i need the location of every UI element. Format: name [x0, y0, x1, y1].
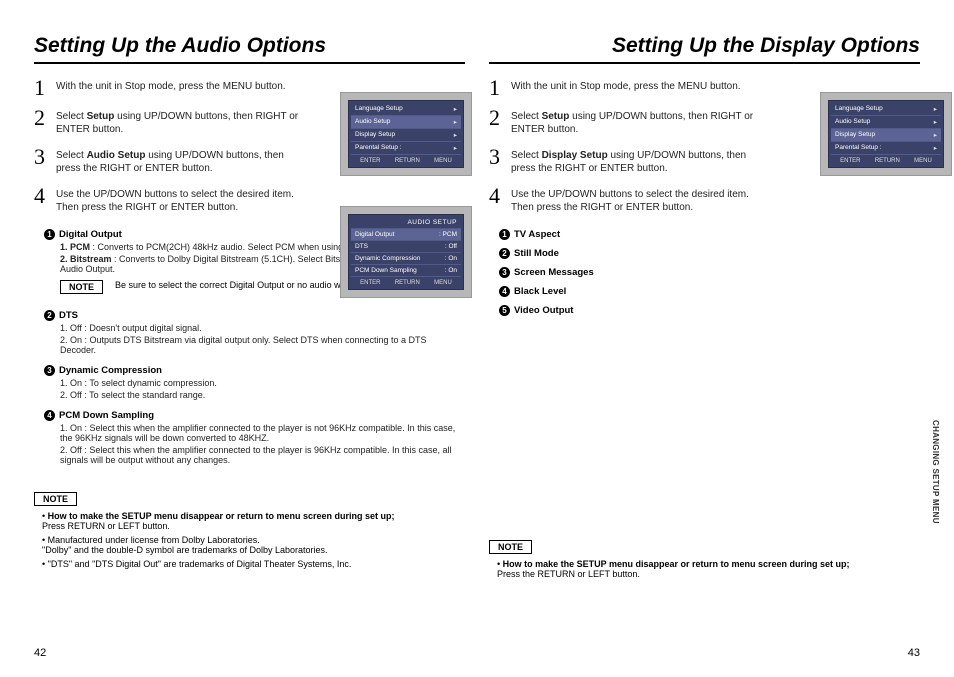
step-text-4: Use the UP/DOWN buttons to select the de… [56, 186, 306, 215]
note-label-right-foot: NOTE [489, 540, 532, 554]
chevron-right-icon: ▸ [934, 144, 937, 152]
rstep-4: 4 Use the UP/DOWN buttons to select the … [489, 186, 920, 215]
chevron-right-icon: ▸ [454, 131, 457, 139]
note-label-left-foot: NOTE [34, 492, 77, 506]
ropt-tv-aspect: 1TV Aspect [499, 229, 920, 240]
note-label-1: NOTE [60, 280, 103, 294]
ropt-screen-messages: 3Screen Messages [499, 267, 920, 278]
osd-audio-setup: AUDIO SETUP Digital Output: PCM DTS: Off… [340, 206, 472, 298]
opt-dts: 2DTS 1. Off : Doesn't output digital sig… [44, 310, 465, 357]
osd-setup-menu-audio: Language Setup▸ Audio Setup▸ Display Set… [340, 92, 472, 176]
section-tab: CHANGING SETUP MENU [931, 420, 940, 524]
chevron-right-icon: ▸ [934, 105, 937, 113]
step-text-2: Select Setup using UP/DOWN buttons, then… [56, 108, 306, 137]
ropt-still-mode: 2Still Mode [499, 248, 920, 259]
chevron-right-icon: ▸ [454, 118, 457, 126]
osd-setup-menu-display: Language Setup▸ Audio Setup▸ Display Set… [820, 92, 952, 176]
right-footnote-block: NOTE How to make the SETUP menu disappea… [489, 537, 920, 579]
left-foot-dolby: Manufactured under license from Dolby La… [42, 535, 465, 555]
right-foot-howto: How to make the SETUP menu disappear or … [497, 559, 920, 579]
page-num-left: 42 [34, 639, 465, 659]
right-rule [489, 62, 920, 64]
rcirc-2-icon: 2 [499, 248, 510, 259]
step-num-2: 2 [34, 108, 50, 137]
left-foot-howto: How to make the SETUP menu disappear or … [42, 511, 465, 531]
chevron-right-icon: ▸ [934, 131, 937, 139]
ropt-black-level: 4Black Level [499, 286, 920, 297]
circ-4-icon: 4 [44, 410, 55, 421]
circ-2-icon: 2 [44, 310, 55, 321]
opt-dynamic-compression: 3Dynamic Compression 1. On : To select d… [44, 365, 465, 402]
step-text-3: Select Audio Setup using UP/DOWN buttons… [56, 147, 306, 176]
chevron-right-icon: ▸ [454, 105, 457, 113]
step-text-1: With the unit in Stop mode, press the ME… [56, 78, 306, 98]
left-rule [34, 62, 465, 64]
rcirc-1-icon: 1 [499, 229, 510, 240]
step-num-3: 3 [34, 147, 50, 176]
circ-1-icon: 1 [44, 229, 55, 240]
chevron-right-icon: ▸ [454, 144, 457, 152]
circ-3-icon: 3 [44, 365, 55, 376]
ropt-video-output: 5Video Output [499, 305, 920, 316]
step-num-1: 1 [34, 78, 50, 98]
rcirc-5-icon: 5 [499, 305, 510, 316]
page-num-right: 43 [489, 639, 920, 659]
chevron-right-icon: ▸ [934, 118, 937, 126]
rcirc-4-icon: 4 [499, 286, 510, 297]
step-num-4: 4 [34, 186, 50, 215]
left-footnote-block: NOTE How to make the SETUP menu disappea… [34, 489, 465, 569]
right-title: Setting Up the Display Options [489, 34, 920, 58]
opt-pcm-down-sampling: 4PCM Down Sampling 1. On : Select this w… [44, 410, 465, 467]
left-title: Setting Up the Audio Options [34, 34, 465, 58]
left-foot-dts: "DTS" and "DTS Digital Out" are trademar… [42, 559, 465, 569]
rcirc-3-icon: 3 [499, 267, 510, 278]
